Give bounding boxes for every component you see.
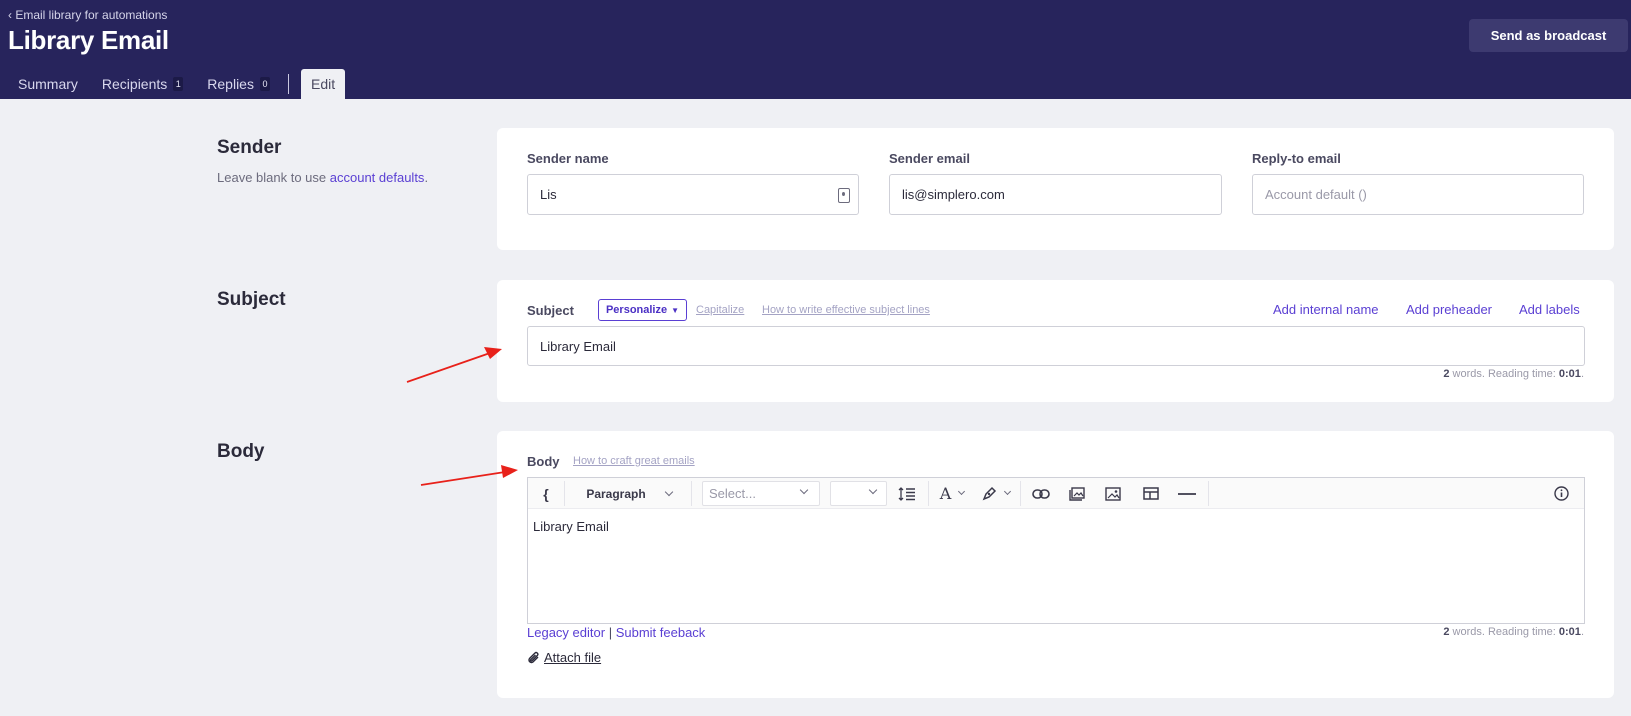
tab-label: Replies	[207, 76, 254, 92]
replies-count-badge: 0	[259, 77, 270, 91]
body-reading-time: 0:01	[1558, 626, 1581, 638]
attach-file-button[interactable]: Attach file	[527, 650, 601, 665]
chevron-down-icon	[664, 487, 673, 496]
add-internal-name-link[interactable]: Add internal name	[1273, 302, 1379, 317]
caret-down-icon: ▼	[671, 305, 680, 315]
personalize-label: Personalize	[605, 304, 668, 316]
editor-toolbar: { Paragraph Select... A	[528, 478, 1584, 509]
subject-section-title: Subject	[217, 289, 286, 310]
tab-label: Recipients	[101, 76, 168, 92]
subject-reading-time: 0:01	[1558, 368, 1581, 380]
tab-label: Summary	[18, 76, 78, 92]
subject-annotation-arrow	[406, 347, 502, 383]
info-icon[interactable]	[1546, 478, 1576, 509]
attach-file-label: Attach file	[544, 650, 602, 665]
body-section-title: Body	[217, 441, 265, 462]
legacy-editor-link[interactable]: Legacy editor	[527, 625, 605, 640]
sender-section-title: Sender	[217, 137, 282, 158]
horizontal-rule-icon[interactable]	[1170, 478, 1204, 509]
subject-value: Library Email	[540, 338, 616, 354]
breadcrumb-link[interactable]: ‹ Email library for automations	[8, 8, 167, 22]
font-select-placeholder: Select...	[709, 486, 756, 501]
subject-howto-link[interactable]: How to write effective subject lines	[762, 304, 930, 316]
description-end: .	[424, 170, 429, 185]
sender-name-input[interactable]: Lis	[527, 174, 859, 215]
tab-summary[interactable]: Summary	[6, 69, 90, 99]
font-size-select[interactable]	[830, 481, 887, 506]
rich-text-editor[interactable]: { Paragraph Select... A Library Email	[527, 477, 1585, 624]
body-stats-text: words. Reading time:	[1449, 626, 1559, 638]
chevron-down-icon	[958, 487, 966, 496]
toolbar-separator	[1020, 481, 1021, 506]
capitalize-link[interactable]: Capitalize	[696, 304, 744, 316]
link-separator: |	[608, 625, 613, 640]
chevron-down-icon	[799, 485, 809, 495]
tab-label: Edit	[310, 76, 336, 92]
subject-stats-text: words. Reading time:	[1449, 368, 1559, 380]
sender-email-label: Sender email	[889, 151, 970, 166]
body-stats-end: .	[1580, 626, 1584, 638]
tab-recipients[interactable]: Recipients 1	[90, 69, 195, 99]
subject-stats-end: .	[1580, 368, 1584, 380]
highlight-pen-icon[interactable]	[974, 478, 1016, 509]
editor-content[interactable]: Library Email	[533, 519, 609, 534]
block-format-value: Paragraph	[586, 486, 646, 501]
font-family-select[interactable]: Select...	[702, 481, 820, 506]
subject-label: Subject	[527, 303, 574, 318]
add-labels-link[interactable]: Add labels	[1519, 302, 1580, 317]
page-title: Library Email	[8, 25, 169, 55]
subject-input[interactable]: Library Email	[527, 326, 1585, 366]
toolbar-separator	[1208, 481, 1209, 506]
table-icon[interactable]	[1134, 478, 1168, 509]
chevron-down-icon	[868, 485, 878, 495]
top-header: ‹ Email library for automations Library …	[0, 0, 1631, 99]
sender-email-value: lis@simplero.com	[902, 187, 1005, 202]
editor-footer-links: Legacy editor | Submit feeback	[527, 625, 705, 640]
tab-bar: Summary Recipients 1 Replies 0 Edit	[6, 69, 346, 99]
sender-email-input[interactable]: lis@simplero.com	[889, 174, 1222, 215]
paperclip-icon	[528, 651, 539, 663]
sender-name-value: Lis	[540, 187, 557, 202]
toolbar-separator	[691, 481, 692, 506]
reply-to-placeholder: Account default ()	[1265, 187, 1367, 202]
description-text: Leave blank to use	[217, 170, 330, 185]
body-word-count: 2 words. Reading time: 0:01.	[1443, 626, 1584, 638]
contact-card-icon[interactable]	[838, 188, 850, 203]
reply-to-email-label: Reply-to email	[1252, 151, 1341, 166]
body-howto-link[interactable]: How to craft great emails	[573, 455, 695, 467]
tab-replies[interactable]: Replies 0	[195, 69, 282, 99]
image-icon[interactable]	[1096, 478, 1130, 509]
submit-feedback-link[interactable]: Submit feeback	[616, 625, 706, 640]
chevron-down-icon	[1003, 487, 1011, 496]
send-as-broadcast-button[interactable]: Send as broadcast	[1469, 19, 1628, 52]
body-label: Body	[527, 454, 560, 469]
tab-divider	[287, 74, 289, 94]
toolbar-separator	[564, 481, 565, 506]
merge-tag-brace-button[interactable]: {	[534, 478, 558, 509]
image-gallery-icon[interactable]	[1060, 478, 1094, 509]
recipients-count-badge: 1	[173, 77, 184, 91]
tab-edit[interactable]: Edit	[300, 69, 346, 99]
reply-to-email-input[interactable]: Account default ()	[1252, 174, 1584, 215]
subject-word-count: 2 words. Reading time: 0:01.	[1443, 368, 1584, 380]
toolbar-separator	[928, 481, 929, 506]
line-height-icon[interactable]	[892, 478, 922, 509]
text-color-icon[interactable]: A	[932, 478, 972, 509]
link-icon[interactable]	[1024, 478, 1058, 509]
sender-section-description: Leave blank to use account defaults.	[217, 170, 428, 185]
personalize-dropdown-button[interactable]: Personalize ▼	[598, 299, 687, 321]
add-preheader-link[interactable]: Add preheader	[1406, 302, 1492, 317]
account-defaults-link[interactable]: account defaults	[330, 170, 425, 185]
sender-name-label: Sender name	[527, 151, 609, 166]
block-format-dropdown[interactable]: Paragraph	[570, 478, 688, 509]
